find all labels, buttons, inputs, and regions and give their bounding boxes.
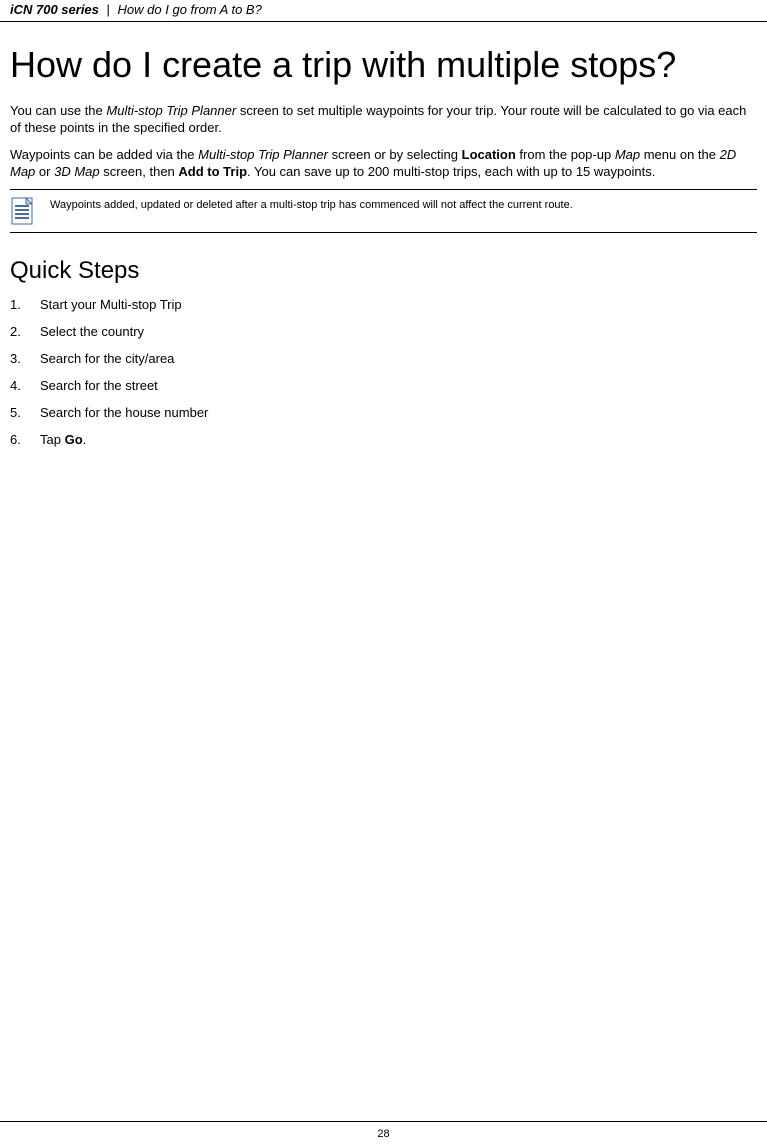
list-item: 3. Search for the city/area	[10, 351, 757, 366]
text: screen or by selecting	[328, 147, 462, 162]
text: menu on the	[640, 147, 720, 162]
step-text: Search for the street	[40, 378, 158, 393]
page-content: How do I create a trip with multiple sto…	[0, 22, 767, 469]
header-series: iCN 700 series	[10, 2, 99, 17]
note-text: Waypoints added, updated or deleted afte…	[50, 196, 573, 212]
list-item: 5. Search for the house number	[10, 405, 757, 420]
step-number: 5.	[10, 405, 40, 420]
text: Tap	[40, 432, 65, 447]
step-text: Select the country	[40, 324, 144, 339]
text-italic: Multi-stop Trip Planner	[198, 147, 328, 162]
page-title: How do I create a trip with multiple sto…	[10, 42, 757, 87]
text-bold: Go	[65, 432, 83, 447]
text: or	[35, 164, 54, 179]
page-header: iCN 700 series | How do I go from A to B…	[0, 0, 767, 22]
step-text: Start your Multi-stop Trip	[40, 297, 182, 312]
text: screen, then	[100, 164, 179, 179]
step-text: Search for the city/area	[40, 351, 174, 366]
list-item: 1. Start your Multi-stop Trip	[10, 297, 757, 312]
note-box: Waypoints added, updated or deleted afte…	[10, 189, 757, 233]
text: Waypoints can be added via the	[10, 147, 198, 162]
list-item: 4. Search for the street	[10, 378, 757, 393]
intro-paragraph-2: Waypoints can be added via the Multi-sto…	[10, 147, 757, 181]
text-bold: Add to Trip	[178, 164, 247, 179]
text: . You can save up to 200 multi-stop trip…	[247, 164, 655, 179]
text-italic: Multi-stop Trip Planner	[106, 103, 236, 118]
list-item: 2. Select the country	[10, 324, 757, 339]
step-number: 2.	[10, 324, 40, 339]
header-chapter: How do I go from A to B?	[118, 2, 262, 17]
note-icon	[10, 196, 36, 226]
step-number: 1.	[10, 297, 40, 312]
text-bold: Location	[462, 147, 516, 162]
step-number: 6.	[10, 432, 40, 447]
intro-paragraph-1: You can use the Multi-stop Trip Planner …	[10, 103, 757, 137]
step-text: Search for the house number	[40, 405, 208, 420]
quick-steps-list: 1. Start your Multi-stop Trip 2. Select …	[10, 297, 757, 447]
step-number: 4.	[10, 378, 40, 393]
text: .	[83, 432, 87, 447]
list-item: 6. Tap Go.	[10, 432, 757, 447]
step-number: 3.	[10, 351, 40, 366]
page-footer: 28	[0, 1121, 767, 1140]
page-number: 28	[377, 1128, 389, 1140]
step-text: Tap Go.	[40, 432, 86, 447]
quick-steps-heading: Quick Steps	[10, 257, 757, 285]
text: from the pop-up	[516, 147, 615, 162]
text-italic: 3D Map	[54, 164, 100, 179]
text-italic: Map	[615, 147, 640, 162]
header-separator: |	[107, 2, 110, 17]
text: You can use the	[10, 103, 106, 118]
